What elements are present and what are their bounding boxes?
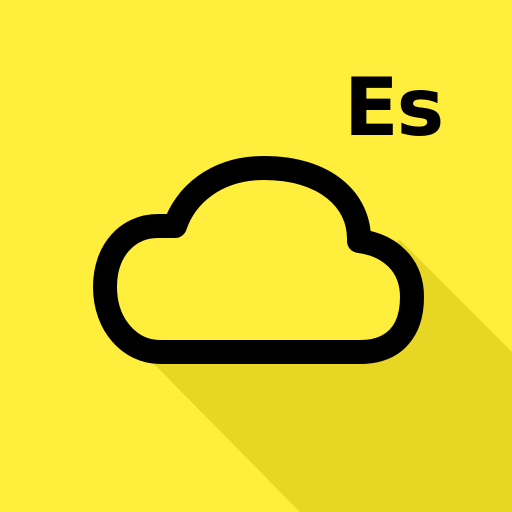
language-badge: Es (344, 61, 444, 154)
cloud-icon (93, 156, 424, 364)
app-icon: Es (0, 0, 512, 512)
